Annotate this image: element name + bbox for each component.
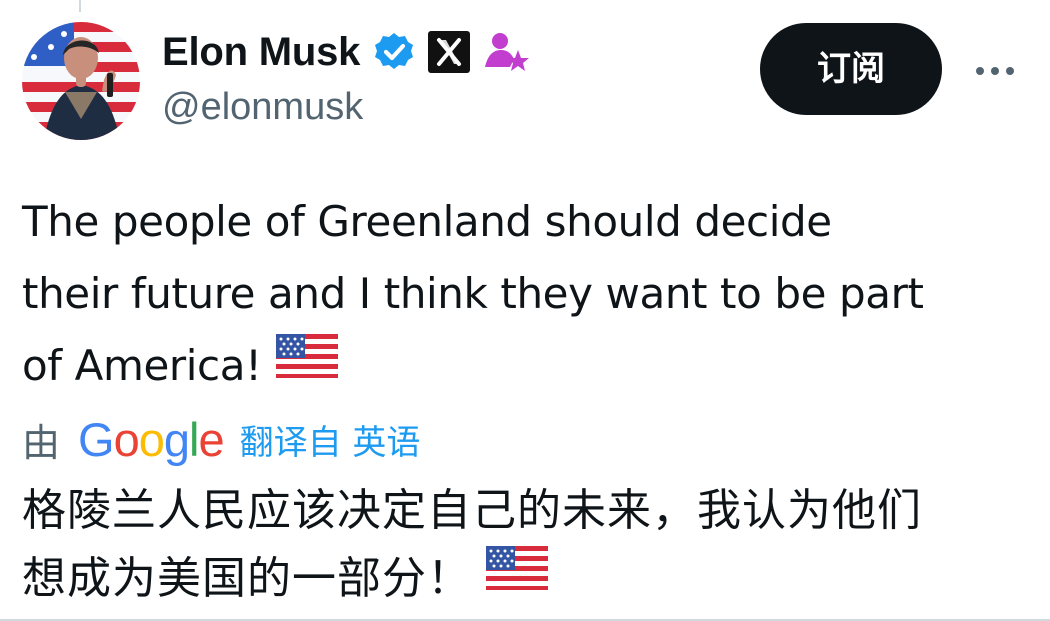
tweet-line-1: The people of Greenland should decide — [22, 197, 832, 246]
translation-prefix: 由 — [22, 420, 61, 465]
us-flag-icon — [486, 542, 548, 610]
x-logo-icon[interactable] — [428, 31, 471, 73]
google-logo-letter-4: g — [163, 412, 190, 466]
google-logo-letter-3: o — [138, 412, 165, 466]
tweet-line-3: of America! — [22, 330, 1017, 405]
author-handle[interactable]: @elonmusk — [162, 88, 363, 126]
tweet-body: The people of Greenland should decide th… — [22, 186, 1017, 405]
member-badge-icon[interactable] — [482, 28, 530, 76]
translated-line-2-text: 想成为美国的一部分！ — [22, 553, 472, 604]
author-display-name[interactable]: Elon Musk — [162, 32, 360, 72]
google-logo-letter-1: G — [78, 412, 115, 466]
avatar-image — [22, 22, 140, 140]
translation-attribution: 由 Google 翻译自 英语 — [22, 410, 420, 468]
translated-from-link[interactable]: 翻译自 英语 — [240, 415, 421, 464]
google-logo: Google — [78, 412, 225, 466]
translated-line-1: 格陵兰人民应该决定自己的未来，我认为他们 — [22, 485, 922, 536]
author-name-row: Elon Musk — [162, 28, 530, 76]
subscribe-button[interactable]: 订阅 — [760, 23, 942, 115]
tweet-line-3-text: of America! — [22, 341, 262, 390]
us-flag-icon — [275, 328, 338, 400]
tweet-line-2: their future and I think they want to be… — [22, 269, 924, 318]
google-logo-letter-2: o — [113, 412, 140, 466]
translated-line-2: 想成为美国的一部分！ — [22, 545, 1027, 615]
tweet-header: Elon Musk @elonmusk 订阅 — [22, 22, 1027, 142]
avatar[interactable] — [22, 22, 140, 140]
google-logo-letter-6: e — [198, 412, 224, 466]
verified-badge-icon[interactable] — [372, 30, 416, 74]
more-horizontal-icon[interactable] — [972, 51, 1018, 91]
translated-tweet-body: 格陵兰人民应该决定自己的未来，我认为他们 想成为美国的一部分！ — [22, 477, 1027, 615]
thread-connector-line — [79, 0, 81, 12]
